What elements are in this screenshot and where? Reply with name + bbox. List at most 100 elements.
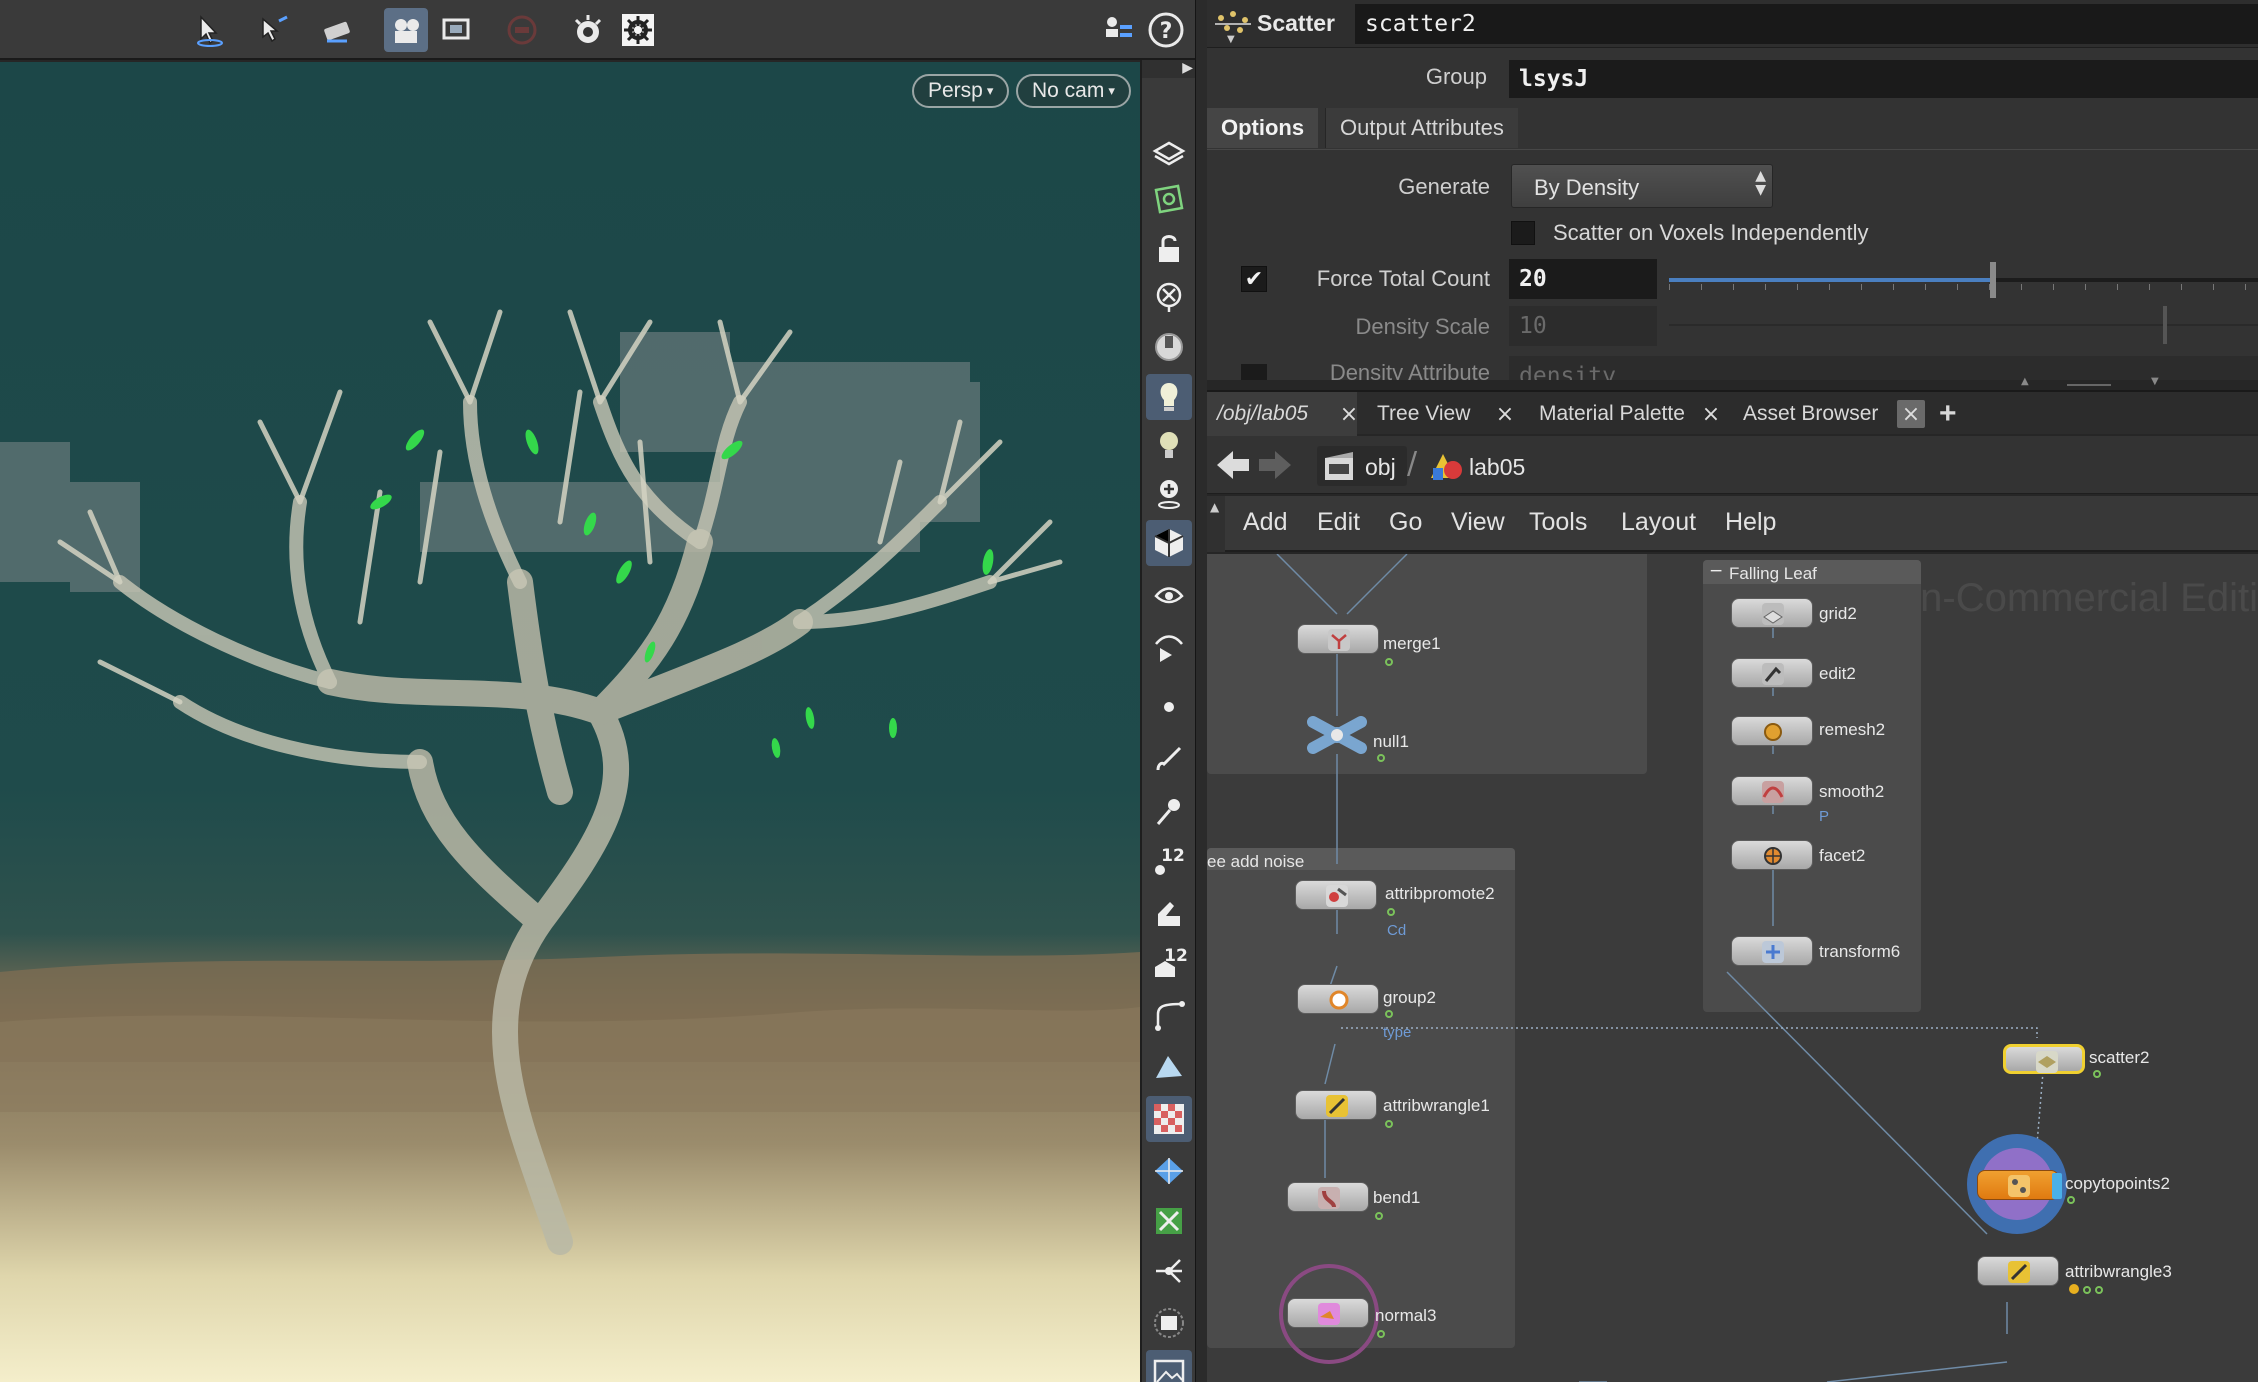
path-crumb-obj[interactable]: obj <box>1317 446 1407 486</box>
force-total-slider[interactable] <box>1665 262 2258 298</box>
viewport-pane[interactable]: Persp ▾ No cam ▾ ? <box>0 0 1195 1382</box>
slider-handle[interactable] <box>1989 262 1996 298</box>
bounds-icon[interactable] <box>1146 1198 1192 1244</box>
geometry-icon[interactable] <box>1146 1148 1192 1194</box>
image-icon[interactable] <box>1146 1350 1192 1382</box>
back-arrow-icon[interactable] <box>1215 448 1251 482</box>
node-label-facet2: facet2 <box>1819 846 1866 865</box>
menu-help[interactable]: Help <box>1725 508 1776 537</box>
node-name-field[interactable]: scatter2 <box>1355 4 2258 44</box>
view-camera-icon[interactable] <box>384 8 428 52</box>
view-mode-menu[interactable]: Persp ▾ <box>912 74 1010 108</box>
node-merge1[interactable] <box>1297 624 1379 654</box>
menu-view[interactable]: View <box>1451 508 1505 537</box>
remove-icon[interactable] <box>1146 274 1192 320</box>
density-scale-field[interactable]: 10 <box>1509 306 1657 346</box>
object-context-icon <box>1325 452 1353 480</box>
tree-scene <box>0 309 1140 1255</box>
node-attribwrangle1[interactable] <box>1295 1090 1377 1120</box>
node-bend1[interactable] <box>1287 1182 1369 1212</box>
node-attribpromote2[interactable] <box>1295 880 1377 910</box>
menu-layout[interactable]: Layout <box>1621 508 1696 537</box>
sculpt-icon[interactable] <box>1146 1044 1192 1090</box>
points-12-alt-icon[interactable]: 12 <box>1146 940 1192 986</box>
density-scale-handle[interactable] <box>2163 306 2167 344</box>
pose-tool-icon[interactable] <box>316 8 360 52</box>
help-icon[interactable]: ? <box>1144 8 1188 52</box>
display-options-icon[interactable] <box>1146 128 1192 174</box>
path-crumb-lab05[interactable]: lab05 <box>1423 446 1543 486</box>
node-scatter2[interactable] <box>2003 1044 2085 1074</box>
node-label-group2: group2 <box>1383 988 1436 1007</box>
light-add-icon[interactable] <box>1146 470 1192 516</box>
shelf-scroll-arrow[interactable]: ▶ <box>1142 60 1197 78</box>
pin-icon[interactable] <box>1146 788 1192 834</box>
node-label-attribwrangle1: attribwrangle1 <box>1383 1096 1490 1115</box>
checker-icon[interactable] <box>1146 1096 1192 1142</box>
light-icon[interactable] <box>1146 374 1192 420</box>
clip-icon[interactable] <box>1146 890 1192 936</box>
node-flag-dot <box>1385 658 1393 666</box>
pane-splitter[interactable]: ▲ ▼ <box>1207 376 2258 390</box>
param-header: ▼ Scatter scatter2 <box>1207 0 2258 48</box>
voxels-checkbox[interactable] <box>1511 221 1535 245</box>
close-icon[interactable]: × <box>1697 400 1725 428</box>
shading-icon[interactable] <box>1146 520 1192 566</box>
node-remesh2[interactable] <box>1731 716 1813 746</box>
render-icon[interactable] <box>566 8 610 52</box>
generate-menu[interactable]: By Density ▲ ▼ <box>1511 164 1773 208</box>
network-editor[interactable]: Non-Commercial Editi ee add noise − Fall… <box>1207 554 2258 1382</box>
menu-edit[interactable]: Edit <box>1317 508 1360 537</box>
brush-icon[interactable] <box>1146 736 1192 782</box>
curve-icon[interactable] <box>1146 992 1192 1038</box>
ghost-icon[interactable] <box>1146 574 1192 620</box>
light-alt-icon[interactable] <box>1146 422 1192 468</box>
add-tab-button[interactable]: + <box>1939 392 1957 436</box>
lock-icon[interactable] <box>1146 226 1192 272</box>
tab-tree-view[interactable]: Tree View <box>1377 392 1470 436</box>
panel-icon[interactable] <box>1146 1300 1192 1346</box>
close-icon[interactable]: × <box>1491 400 1519 428</box>
node-group2[interactable] <box>1297 984 1379 1014</box>
node-transform6[interactable] <box>1731 936 1813 966</box>
lens-icon[interactable] <box>1146 324 1192 370</box>
tab-material-palette[interactable]: Material Palette <box>1539 392 1685 436</box>
close-icon[interactable]: × <box>1897 400 1925 428</box>
layout-icon[interactable] <box>1146 176 1192 222</box>
select-arrow-icon[interactable] <box>188 8 232 52</box>
snapshot-icon[interactable] <box>434 8 478 52</box>
group-field[interactable]: lsysJ <box>1509 60 2258 98</box>
menu-collapse-toggle[interactable]: ▲ <box>1207 496 1225 552</box>
points-12-icon[interactable]: 12 <box>1146 838 1192 884</box>
node-grid2[interactable] <box>1731 598 1813 628</box>
settings-icon[interactable] <box>616 8 660 52</box>
tab-output-attributes[interactable]: Output Attributes <box>1325 108 1518 148</box>
scene-view[interactable]: Persp ▾ No cam ▾ <box>0 62 1140 1382</box>
node-flag-dot <box>1387 908 1395 916</box>
ghost-play-icon[interactable] <box>1146 624 1192 670</box>
forward-arrow-icon[interactable] <box>1257 448 1293 482</box>
tab-asset-browser[interactable]: Asset Browser <box>1743 392 1878 436</box>
force-total-field[interactable]: 20 <box>1509 259 1657 299</box>
tab-options[interactable]: Options <box>1207 108 1319 148</box>
menu-go[interactable]: Go <box>1389 508 1422 537</box>
menu-tools[interactable]: Tools <box>1529 508 1587 537</box>
close-icon[interactable]: × <box>1335 400 1363 428</box>
node-attribwrangle3[interactable] <box>1977 1256 2059 1286</box>
pane-divider[interactable] <box>1195 0 1207 1382</box>
node-smooth2[interactable] <box>1731 776 1813 806</box>
point-icon[interactable] <box>1146 684 1192 730</box>
menu-add[interactable]: Add <box>1243 508 1287 537</box>
handle-icon[interactable] <box>1146 1248 1192 1294</box>
node-facet2[interactable] <box>1731 840 1813 870</box>
users-icon[interactable] <box>1096 8 1140 52</box>
node-edit2[interactable] <box>1731 658 1813 688</box>
node-copytopoints2[interactable] <box>1977 1170 2062 1200</box>
record-stop-icon[interactable] <box>500 8 544 52</box>
node-null1[interactable] <box>1307 716 1367 754</box>
density-attr-field[interactable]: density <box>1509 356 2258 383</box>
camera-menu[interactable]: No cam ▾ <box>1016 74 1131 108</box>
density-scale-slider[interactable] <box>1669 324 2258 326</box>
transform-select-icon[interactable] <box>252 8 296 52</box>
node-normal3[interactable] <box>1287 1298 1369 1328</box>
